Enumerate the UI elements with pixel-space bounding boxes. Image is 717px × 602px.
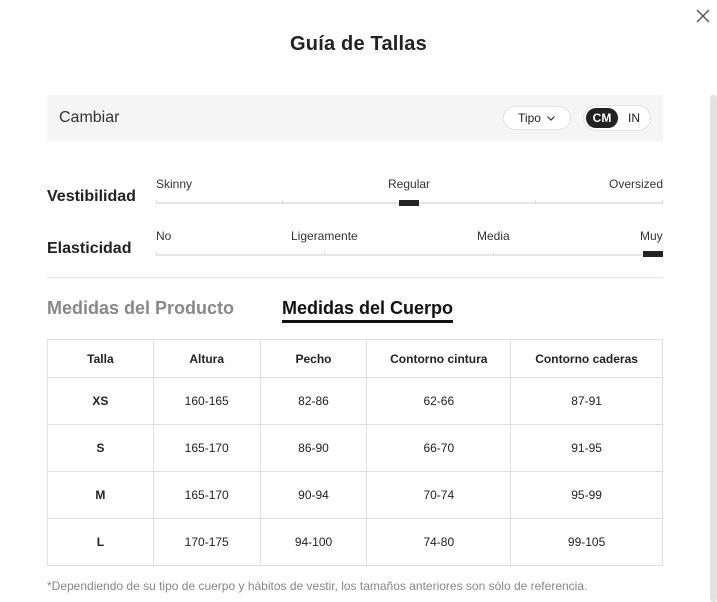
tab-body-measurements[interactable]: Medidas del Cuerpo bbox=[282, 298, 453, 319]
unit-in-button[interactable]: IN bbox=[624, 108, 644, 128]
unit-toggle: CM IN bbox=[583, 105, 651, 131]
type-select[interactable]: Tipo bbox=[503, 106, 571, 130]
fit-tick bbox=[662, 200, 663, 204]
stretch-option-media: Media bbox=[477, 229, 510, 243]
chest-cell: 94-100 bbox=[259, 518, 368, 566]
size-table: Talla Altura Pecho Contorno cintura Cont… bbox=[47, 339, 663, 566]
height-cell: 165-170 bbox=[152, 424, 261, 472]
table-row: L 170-175 94-100 74-80 99-105 bbox=[47, 518, 663, 566]
fit-label: Vestibilidad bbox=[47, 188, 136, 205]
height-cell: 170-175 bbox=[152, 518, 261, 566]
chest-cell: 82-86 bbox=[259, 377, 368, 425]
header-size: Talla bbox=[47, 339, 154, 378]
fit-option-regular: Regular bbox=[388, 177, 431, 191]
active-tab-underline bbox=[282, 320, 453, 323]
stretch-option-no: No bbox=[156, 229, 172, 243]
waist-cell: 70-74 bbox=[366, 471, 512, 519]
fit-tick bbox=[535, 200, 536, 204]
table-row: S 165-170 86-90 66-70 91-95 bbox=[47, 424, 663, 472]
header-waist: Contorno cintura bbox=[366, 339, 512, 378]
stretch-selected-marker bbox=[643, 251, 663, 257]
fit-tick bbox=[156, 200, 157, 204]
size-cell: L bbox=[47, 518, 154, 566]
footnote: *Dependiendo de su tipo de cuerpo y hábi… bbox=[47, 579, 588, 593]
change-label: Cambiar bbox=[59, 109, 120, 126]
fit-option-oversized: Oversized bbox=[609, 177, 664, 191]
modal-title: Guía de Tallas bbox=[290, 33, 427, 55]
chevron-down-icon bbox=[547, 116, 555, 121]
stretch-scale-track bbox=[156, 254, 663, 256]
hips-cell: 99-105 bbox=[510, 518, 663, 566]
chest-cell: 86-90 bbox=[259, 424, 368, 472]
table-header-row: Talla Altura Pecho Contorno cintura Cont… bbox=[47, 339, 663, 378]
stretch-tick bbox=[324, 252, 325, 256]
waist-cell: 74-80 bbox=[366, 518, 512, 566]
waist-cell: 62-66 bbox=[366, 377, 512, 425]
fit-option-skinny: Skinny bbox=[156, 177, 193, 191]
size-cell: XS bbox=[47, 377, 154, 425]
height-cell: 165-170 bbox=[152, 471, 261, 519]
stretch-label: Elasticidad bbox=[47, 240, 132, 257]
hips-cell: 91-95 bbox=[510, 424, 663, 472]
stretch-option-ligeramente: Ligeramente bbox=[291, 229, 358, 243]
size-cell: S bbox=[47, 424, 154, 472]
header-chest: Pecho bbox=[259, 339, 368, 378]
fit-tick bbox=[282, 200, 283, 204]
scrollbar[interactable] bbox=[710, 95, 717, 602]
waist-cell: 66-70 bbox=[366, 424, 512, 472]
header-hips: Contorno caderas bbox=[510, 339, 663, 378]
height-cell: 160-165 bbox=[152, 377, 261, 425]
header-height: Altura bbox=[152, 339, 261, 378]
tab-product-measurements[interactable]: Medidas del Producto bbox=[47, 298, 234, 319]
unit-cm-button[interactable]: CM bbox=[586, 108, 618, 128]
table-row: M 165-170 90-94 70-74 95-99 bbox=[47, 471, 663, 519]
fit-selected-marker bbox=[399, 200, 419, 206]
close-icon[interactable] bbox=[693, 6, 713, 26]
options-bar: Cambiar Tipo CM IN bbox=[47, 95, 663, 141]
table-row: XS 160-165 82-86 62-66 87-91 bbox=[47, 377, 663, 425]
stretch-option-muy: Muy bbox=[640, 229, 663, 243]
stretch-tick bbox=[493, 252, 494, 256]
section-divider bbox=[47, 277, 663, 278]
type-select-label: Tipo bbox=[518, 111, 541, 125]
chest-cell: 90-94 bbox=[259, 471, 368, 519]
stretch-tick bbox=[156, 252, 157, 256]
hips-cell: 87-91 bbox=[510, 377, 663, 425]
hips-cell: 95-99 bbox=[510, 471, 663, 519]
size-cell: M bbox=[47, 471, 154, 519]
